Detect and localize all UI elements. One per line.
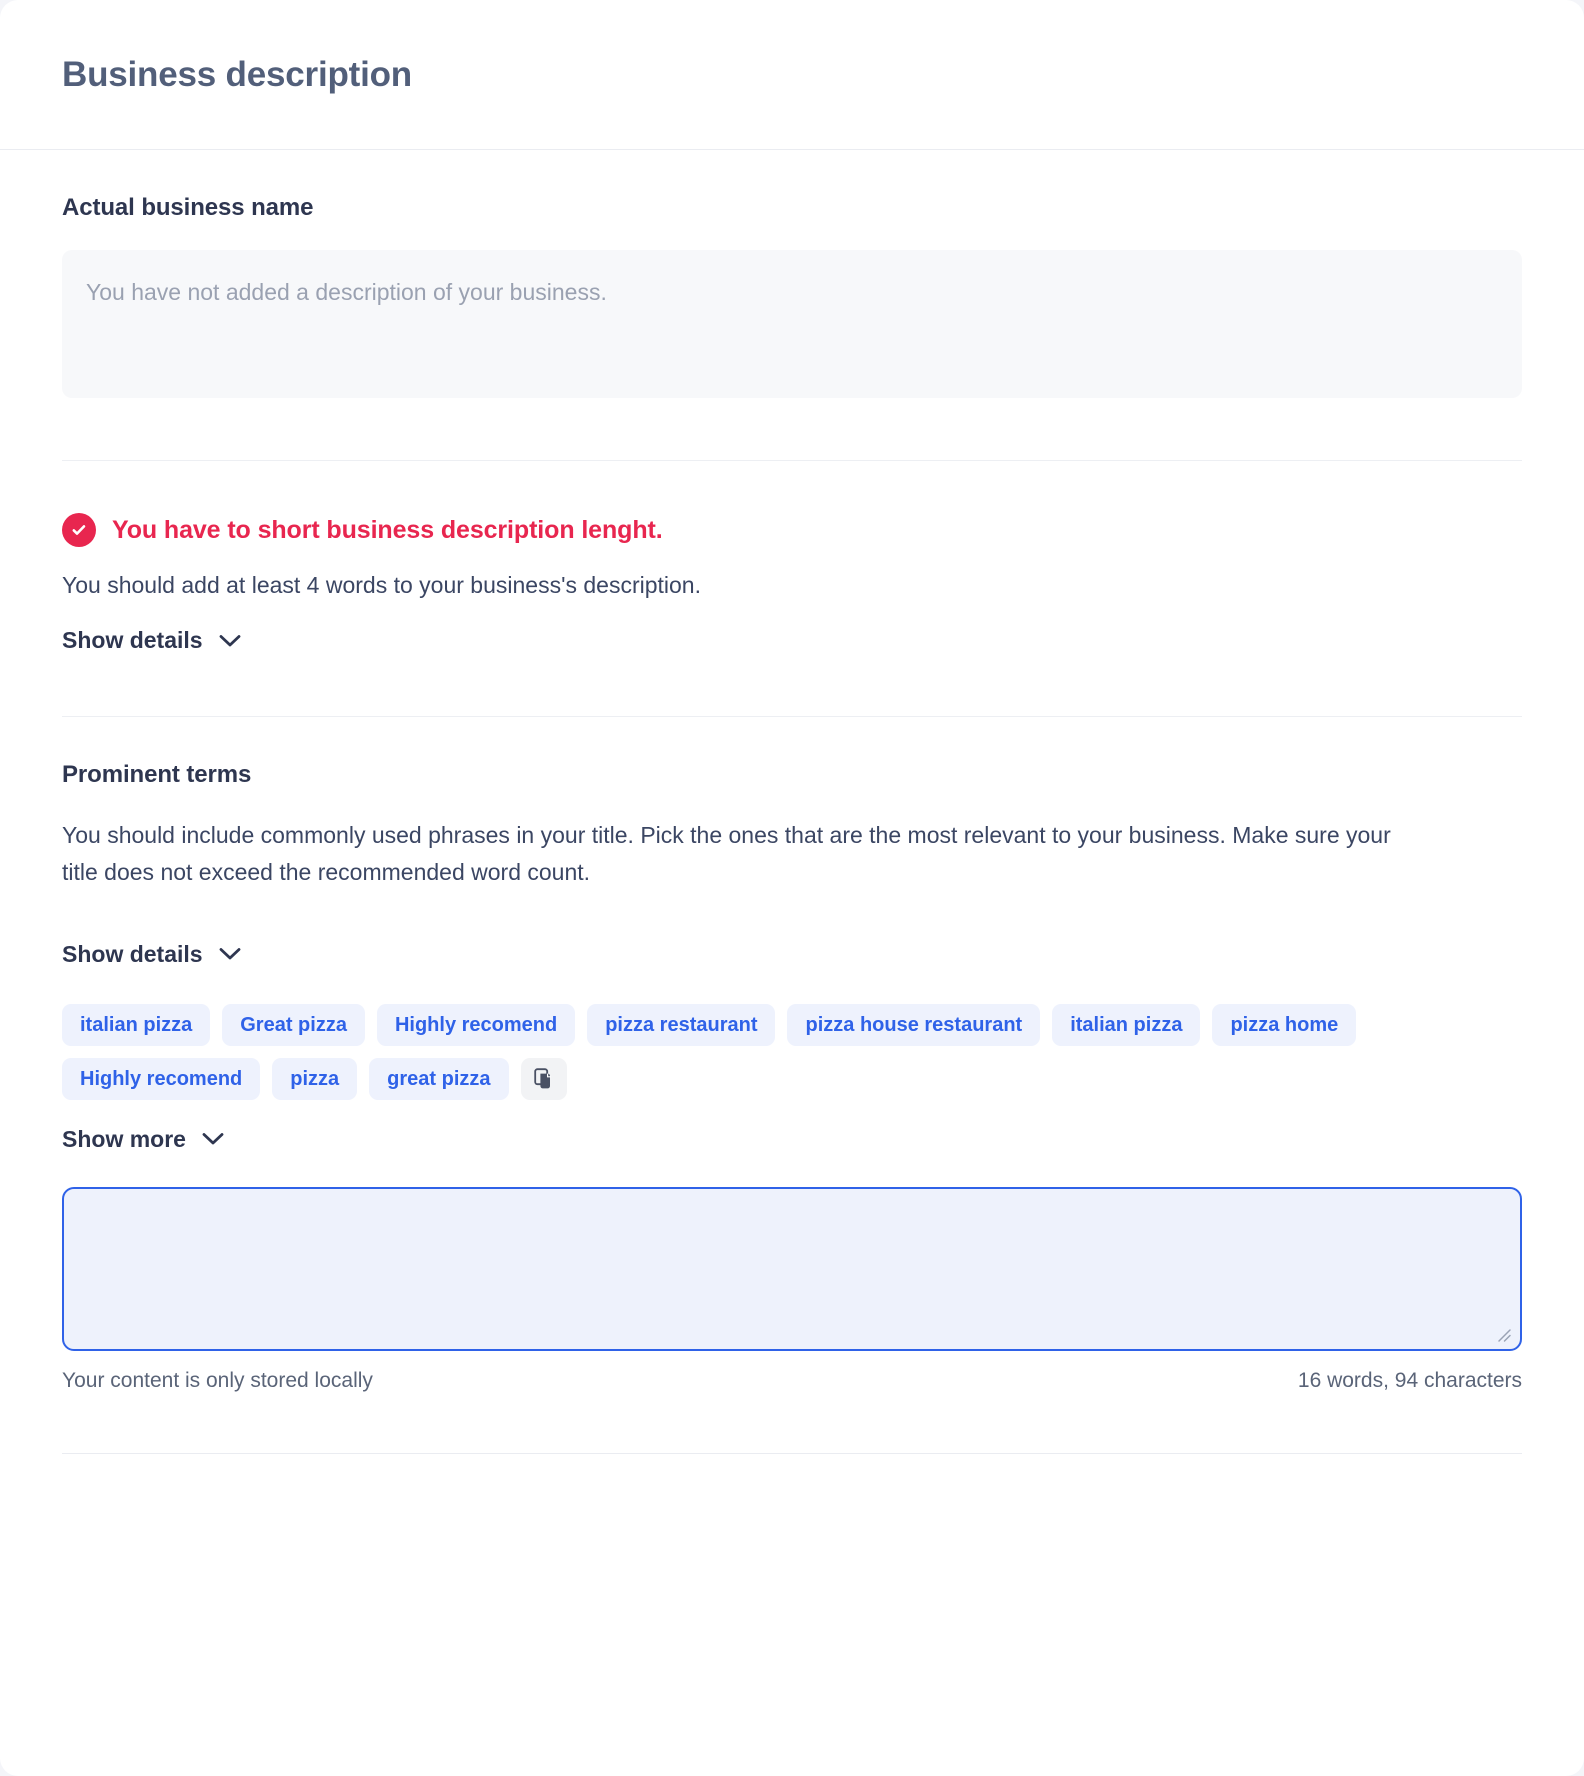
alert-description: You should add at least 4 words to your … (62, 572, 701, 598)
notes-meta-row: Your content is only stored locally 16 w… (62, 1369, 1522, 1393)
business-name-heading: Actual business name (62, 194, 314, 221)
card-body: Actual business name You have not added … (0, 150, 1584, 1454)
check-circle-icon (62, 513, 96, 547)
notes-textarea[interactable] (62, 1186, 1522, 1351)
alert-show-details-toggle[interactable]: Show details (62, 627, 241, 654)
term-tag[interactable]: pizza restaurant (587, 1003, 776, 1046)
term-tag[interactable]: pizza home (1212, 1003, 1357, 1046)
prominent-terms-show-details-label: Show details (62, 940, 203, 967)
business-description-readonly: You have not added a description of your… (62, 250, 1522, 398)
show-more-label: Show more (62, 1125, 186, 1152)
term-tag[interactable]: Highly recomend (376, 1003, 576, 1046)
copy-icon (533, 1067, 554, 1090)
prominent-terms-tag-list: italian pizza Great pizza Highly recomen… (62, 1003, 1402, 1100)
page-title: Business description (62, 54, 412, 94)
prominent-terms-description: You should include commonly used phrases… (62, 822, 1391, 886)
prominent-terms-show-more-toggle[interactable]: Show more (62, 1126, 224, 1153)
word-character-counter: 16 words, 94 characters (1297, 1368, 1522, 1392)
term-tag[interactable]: Highly recomend (62, 1057, 261, 1100)
storage-note: Your content is only stored locally (62, 1368, 373, 1392)
alert-title: You have to short business description l… (112, 515, 663, 544)
copy-terms-button[interactable] (520, 1057, 567, 1100)
term-tag[interactable]: italian pizza (62, 1003, 211, 1046)
chevron-down-icon (219, 947, 241, 961)
business-description-card: Business description Actual business nam… (0, 0, 1584, 1776)
chevron-down-icon (202, 1132, 224, 1146)
alert-header: You have to short business description l… (62, 513, 1522, 547)
alert-show-details-label: Show details (62, 627, 203, 654)
prominent-terms-show-details-toggle[interactable]: Show details (62, 941, 241, 968)
description-length-alert: You have to short business description l… (62, 461, 1522, 654)
term-tag[interactable]: pizza house restaurant (787, 1003, 1041, 1046)
business-name-section: Actual business name You have not added … (62, 150, 1522, 398)
term-tag[interactable]: Great pizza (222, 1003, 365, 1046)
term-tag[interactable]: italian pizza (1052, 1003, 1201, 1046)
notes-editor-wrap (62, 1186, 1522, 1351)
prominent-terms-section: Prominent terms You should include commo… (62, 717, 1522, 1454)
term-tag[interactable]: pizza (272, 1057, 358, 1100)
term-tag[interactable]: great pizza (369, 1057, 509, 1100)
card-footer-space (0, 1453, 1584, 1644)
card-header: Business description (0, 0, 1584, 150)
prominent-terms-heading: Prominent terms (62, 761, 252, 789)
page-root: Business description Actual business nam… (0, 0, 1584, 1776)
chevron-down-icon (219, 634, 241, 648)
